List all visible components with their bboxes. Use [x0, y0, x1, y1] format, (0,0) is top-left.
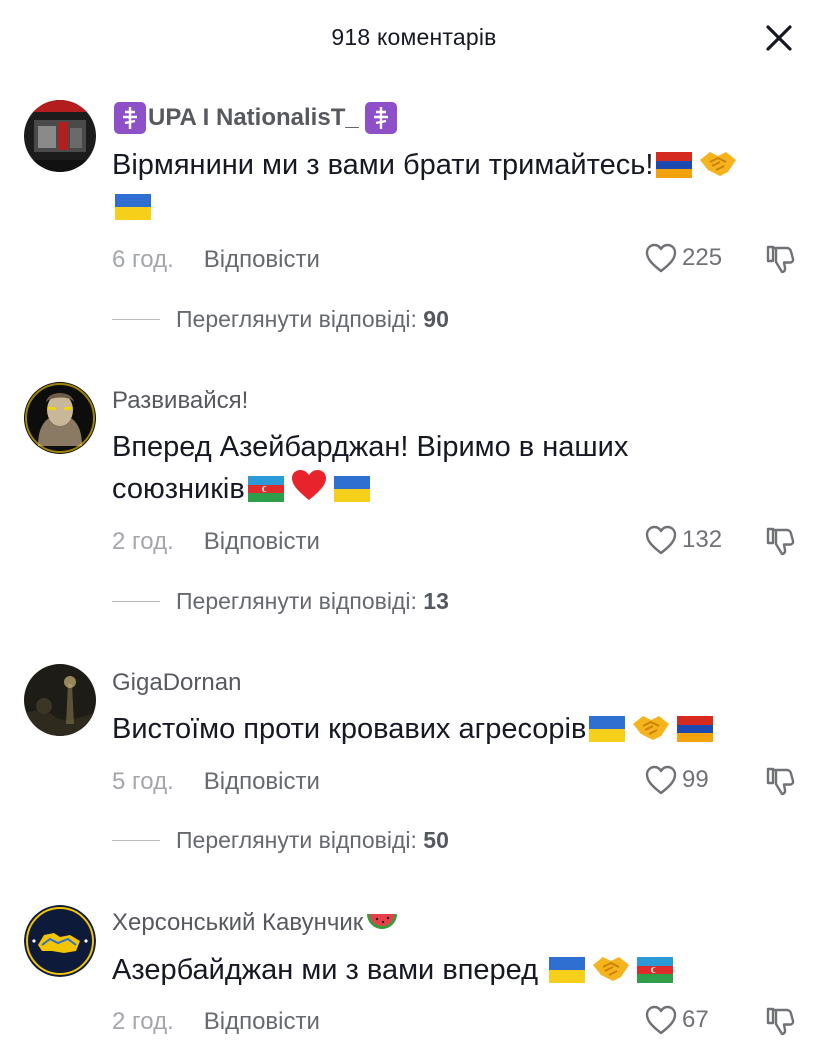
- username-text: GigaDornan: [112, 669, 242, 696]
- handshake-emoji: [633, 716, 670, 740]
- view-replies-label: Переглянути відповіді: 50: [176, 827, 449, 853]
- view-replies-button[interactable]: Переглянути відповіді: 13: [112, 588, 449, 615]
- close-icon: [766, 25, 792, 51]
- armenia-flag-emoji: [656, 152, 693, 178]
- dislike-button[interactable]: [764, 765, 796, 802]
- avatar[interactable]: [24, 382, 96, 454]
- dislike-button[interactable]: [764, 243, 796, 280]
- username-text: Херсонський Кавунчик: [112, 909, 364, 936]
- comment-text: Вірмянини ми з вами брати тримайтесь!: [112, 144, 772, 228]
- comment-meta: 2 год. Відповісти: [112, 1008, 320, 1036]
- view-replies-label: Переглянути відповіді: 90: [176, 306, 449, 332]
- orthodox-cross-emoji: [364, 102, 397, 134]
- orthodox-cross-emoji: [114, 102, 146, 134]
- azerbaijan-flag-emoji: [247, 476, 284, 502]
- username-text: Развивайся!: [112, 387, 249, 414]
- view-replies-button[interactable]: Переглянути відповіді: 50: [112, 827, 449, 854]
- comment-meta: 5 год. Відповісти: [112, 768, 320, 796]
- handshake-emoji: [700, 152, 737, 176]
- handshake-emoji: [593, 957, 630, 981]
- ukraine-flag-emoji: [333, 476, 370, 502]
- avatar[interactable]: [24, 905, 96, 977]
- dislike-button[interactable]: [764, 525, 796, 562]
- comment-text-content: Вірмянини ми з вами брати тримайтесь!: [112, 149, 654, 181]
- view-replies-button[interactable]: Переглянути відповіді: 90: [112, 306, 449, 333]
- heart-outline-icon: [645, 243, 677, 273]
- thumbs-down-icon: [766, 527, 795, 556]
- comment-username[interactable]: UPA I NationalisT_: [112, 102, 399, 134]
- like-count: 67: [682, 1006, 709, 1033]
- comment-time: 6 год.: [112, 246, 174, 273]
- heart-outline-icon: [645, 765, 677, 795]
- comment-time: 2 год.: [112, 528, 174, 555]
- heart-outline-icon: [645, 1005, 677, 1035]
- azerbaijan-flag-emoji: [637, 957, 674, 983]
- comment-text-content: Вистоїмо проти кровавих агресорів: [112, 713, 587, 745]
- comment-text: Вперед Азейбарджан! Віримо в наших союзн…: [112, 426, 772, 510]
- comment-text-line: союзників: [112, 473, 245, 505]
- comment-username[interactable]: Развивайся!: [112, 387, 248, 415]
- like-count: 99: [682, 766, 709, 793]
- like-button[interactable]: 132: [644, 524, 722, 556]
- like-count: 132: [682, 526, 723, 553]
- like-button[interactable]: 99: [644, 764, 709, 796]
- reply-button[interactable]: Відповісти: [204, 528, 320, 555]
- divider-line: [112, 839, 160, 842]
- close-button[interactable]: [758, 17, 800, 59]
- reply-button[interactable]: Відповісти: [204, 1008, 320, 1035]
- comment-username[interactable]: GigaDornan: [112, 669, 241, 697]
- armenia-flag-emoji: [677, 716, 714, 742]
- comment-time: 5 год.: [112, 768, 174, 795]
- comment-text: Вистоїмо проти кровавих агресорів: [112, 708, 772, 750]
- comment-meta: 6 год. Відповісти: [112, 246, 320, 274]
- comments-header: 918 коментарів: [0, 0, 828, 78]
- heart-outline-icon: [645, 525, 677, 555]
- reply-button[interactable]: Відповісти: [204, 246, 320, 273]
- divider-line: [112, 600, 160, 603]
- ukraine-flag-emoji: [589, 716, 626, 742]
- thumbs-down-icon: [766, 1007, 795, 1036]
- avatar[interactable]: [24, 664, 96, 736]
- thumbs-down-icon: [766, 767, 795, 796]
- avatar[interactable]: [24, 100, 96, 172]
- ukraine-flag-emoji: [549, 957, 586, 983]
- dislike-button[interactable]: [764, 1005, 796, 1042]
- comments-count-title: 918 коментарів: [331, 24, 497, 50]
- thumbs-down-icon: [766, 245, 795, 274]
- username-text: UPA I NationalisT_: [148, 104, 359, 131]
- comment-username[interactable]: Херсонський Кавунчик: [112, 909, 402, 937]
- comment-text-line: Вперед Азейбарджан! Віримо в наших: [112, 431, 629, 463]
- ukraine-flag-emoji: [115, 194, 151, 220]
- comment-time: 2 год.: [112, 1008, 174, 1035]
- comment-text: Азербайджан ми з вами вперед: [112, 949, 772, 991]
- like-button[interactable]: 67: [644, 1004, 709, 1036]
- watermelon-emoji: [367, 914, 398, 929]
- comment-text-content: Азербайджан ми з вами вперед: [112, 954, 539, 986]
- reply-button[interactable]: Відповісти: [204, 768, 320, 795]
- like-count: 225: [682, 244, 723, 271]
- divider-line: [112, 318, 160, 321]
- comment-meta: 2 год. Відповісти: [112, 528, 320, 556]
- view-replies-label: Переглянути відповіді: 13: [176, 588, 449, 614]
- like-button[interactable]: 225: [644, 242, 722, 274]
- red-heart-emoji: [291, 470, 326, 500]
